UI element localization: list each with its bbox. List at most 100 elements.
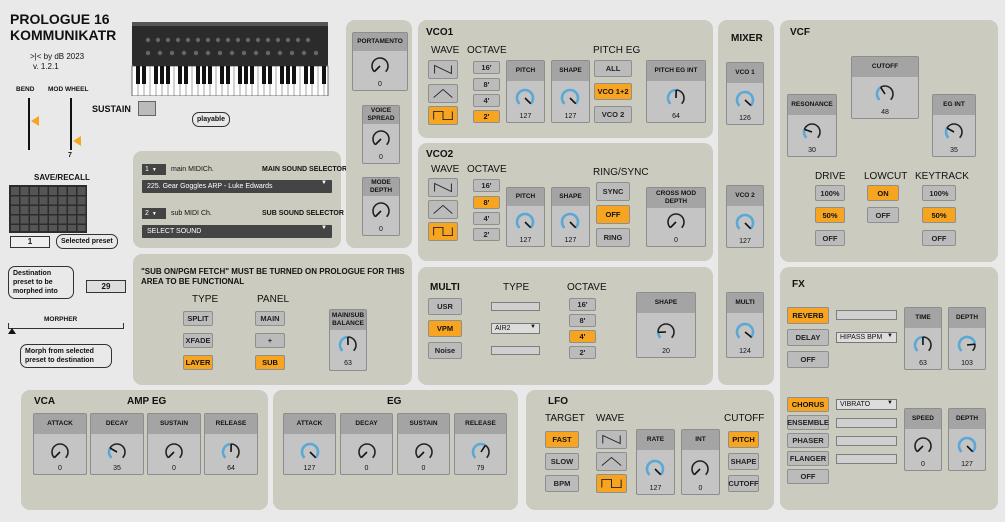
fx-depth-control[interactable]: DEPTH 103 [948,307,986,370]
mixer-vco1-knob[interactable] [734,89,756,116]
drive-100-button[interactable]: 100% [815,185,845,201]
keytrack-50-button[interactable]: 50% [922,207,956,223]
vco2-pitch-control[interactable]: PITCH 127 [506,187,545,247]
lfo-fast-button[interactable]: FAST [545,431,579,448]
multi-usr-select[interactable] [491,302,540,311]
multi-noise-select[interactable] [491,346,540,355]
amp-decay-knob[interactable] [106,441,128,468]
vco2-shape-control[interactable]: SHAPE 127 [551,187,590,247]
fx-speed-knob[interactable] [912,435,934,462]
reverb-button[interactable]: REVERB [787,307,829,324]
amp-release-control[interactable]: RELEASE 64 [204,413,258,475]
lfo-saw-wave-button[interactable] [596,430,627,449]
vco1-pitch-control[interactable]: PITCH 127 [506,60,545,123]
fx-off-button[interactable]: OFF [787,351,829,368]
eg-sustain-knob[interactable] [413,441,435,468]
panel-sub-button[interactable]: SUB [255,355,285,370]
lfo-shape-button[interactable]: SHAPE [728,453,759,470]
panel-main-button[interactable]: MAIN [255,311,285,326]
eg-decay-control[interactable]: DECAY 0 [340,413,393,475]
eg-release-knob[interactable] [470,441,492,468]
mixer-multi-control[interactable]: MULTI 124 [726,292,764,358]
vco2-shape-knob[interactable] [559,211,581,238]
mixer-multi-knob[interactable] [734,321,756,348]
pitch-eg-vco2-button[interactable]: VCO 2 [594,106,632,123]
split-button[interactable]: SPLIT [183,311,213,326]
bend-slider[interactable] [28,98,40,150]
multi-usr-button[interactable]: USR [428,298,462,315]
multi-noise-button[interactable]: Noise [428,342,462,359]
multi-octave-16[interactable]: 16' [569,298,596,311]
eg-int-knob[interactable] [943,121,965,148]
vco1-saw-wave-button[interactable] [428,60,458,79]
vco2-octave-2[interactable]: 2' [473,228,500,241]
lfo-bpm-button[interactable]: BPM [545,475,579,492]
cutoff-knob[interactable] [874,83,896,110]
vco1-octave-8[interactable]: 8' [473,78,500,91]
resonance-knob[interactable] [801,121,823,148]
lfo-int-knob[interactable] [689,458,711,485]
lowcut-on-button[interactable]: ON [867,185,899,201]
main-sub-balance-knob[interactable] [337,334,359,361]
flanger-type-select[interactable] [836,454,897,464]
fx-depth-knob[interactable] [956,334,978,361]
amp-attack-knob[interactable] [49,441,71,468]
fx-depth2-knob[interactable] [956,435,978,462]
sustain-button[interactable] [138,101,156,116]
lfo-rate-control[interactable]: RATE 127 [636,429,675,495]
vco1-pitch-knob[interactable] [514,87,536,114]
flanger-button[interactable]: FLANGER [787,451,829,466]
main-midi-channel[interactable]: 1 ▼ [142,164,166,175]
eg-sustain-control[interactable]: SUSTAIN 0 [397,413,450,475]
keytrack-off-button[interactable]: OFF [922,230,956,246]
vco1-octave-4[interactable]: 4' [473,94,500,107]
vco2-octave-4[interactable]: 4' [473,212,500,225]
vco2-triangle-wave-button[interactable] [428,200,458,219]
chorus-type-select[interactable]: VIBRATO ▼ [836,399,897,410]
eg-int-control[interactable]: EG INT 35 [932,94,976,157]
panel-plus-button[interactable]: + [255,333,285,348]
lfo-slow-button[interactable]: SLOW [545,453,579,470]
vco1-shape-control[interactable]: SHAPE 127 [551,60,590,123]
ring-button[interactable]: RING [596,228,630,247]
voice-spread-knob[interactable] [370,128,392,155]
ensemble-type-select[interactable] [836,418,897,428]
drive-50-button[interactable]: 50% [815,207,845,223]
mode-depth-control[interactable]: MODE DEPTH 0 [362,177,400,236]
mixer-vco1-control[interactable]: VCO 1 126 [726,62,764,125]
mixer-vco2-knob[interactable] [734,212,756,239]
xfade-button[interactable]: XFADE [183,333,213,348]
lfo-int-control[interactable]: INT 0 [681,429,720,495]
resonance-control[interactable]: RESONANCE 30 [787,94,837,157]
fx-time-control[interactable]: TIME 63 [904,307,942,370]
lfo-square-wave-button[interactable] [596,474,627,493]
sub-sound-dropdown[interactable]: SELECT SOUND ▼ [142,225,332,238]
eg-release-control[interactable]: RELEASE 79 [454,413,507,475]
multi-octave-4[interactable]: 4' [569,330,596,343]
sub-midi-channel[interactable]: 2 ▼ [142,208,166,219]
multi-octave-8[interactable]: 8' [569,314,596,327]
portamento-knob[interactable] [369,55,391,82]
preset-grid[interactable] [9,185,87,233]
phaser-button[interactable]: PHASER [787,433,829,448]
keytrack-100-button[interactable]: 100% [922,185,956,201]
fx-depth2-control[interactable]: DEPTH 127 [948,408,986,471]
delay-button[interactable]: DELAY [787,329,829,346]
phaser-type-select[interactable] [836,436,897,446]
mixer-vco2-control[interactable]: VCO 2 127 [726,185,764,248]
layer-button[interactable]: LAYER [183,355,213,370]
vco1-triangle-wave-button[interactable] [428,84,458,103]
lowcut-off-button[interactable]: OFF [867,207,899,223]
ensemble-button[interactable]: ENSEMBLE [787,415,829,430]
ring-sync-off-button[interactable]: OFF [596,205,630,224]
cutoff-control[interactable]: CUTOFF 48 [851,56,919,119]
drive-off-button[interactable]: OFF [815,230,845,246]
lfo-rate-knob[interactable] [644,458,666,485]
vco2-saw-wave-button[interactable] [428,178,458,197]
delay-type-select[interactable]: HIPASS BPM ▼ [836,332,897,343]
vco2-pitch-knob[interactable] [514,211,536,238]
pitch-eg-vco12-button[interactable]: VCO 1+2 [594,83,632,100]
amp-release-knob[interactable] [220,441,242,468]
eg-decay-knob[interactable] [356,441,378,468]
mode-depth-knob[interactable] [370,200,392,227]
